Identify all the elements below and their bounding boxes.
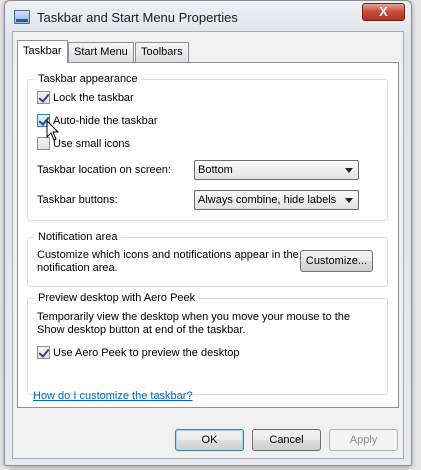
lock-taskbar-label: Lock the taskbar	[53, 91, 134, 104]
dialog-client-area: Taskbar Start Menu Toolbars Taskbar appe…	[12, 31, 404, 459]
help-link[interactable]: How do I customize the taskbar?	[33, 390, 193, 402]
group-title-appearance: Taskbar appearance	[35, 73, 141, 85]
tab-toolbars[interactable]: Toolbars	[135, 42, 189, 62]
title-bar[interactable]: Taskbar and Start Menu Properties X	[5, 1, 411, 35]
properties-dialog: Taskbar and Start Menu Properties X Task…	[4, 0, 412, 466]
aero-peek-option[interactable]: Use Aero Peek to preview the desktop	[37, 345, 240, 360]
dropdown-arrow-icon	[345, 168, 353, 173]
peek-description-line1: Temporarily view the desktop when you mo…	[37, 311, 351, 323]
taskbar-location-value: Bottom	[198, 164, 233, 176]
customize-button[interactable]: Customize...	[300, 250, 373, 272]
lock-taskbar-checkbox[interactable]	[37, 91, 50, 104]
tab-start-menu[interactable]: Start Menu	[68, 42, 134, 62]
notification-description-line2: notification area.	[37, 262, 118, 274]
taskbar-app-icon	[14, 10, 30, 24]
small-icons-label: Use small icons	[53, 137, 131, 150]
auto-hide-label: Auto-hide the taskbar	[53, 114, 158, 127]
lock-taskbar-option[interactable]: Lock the taskbar	[37, 90, 134, 105]
group-title-aero-peek: Preview desktop with Aero Peek	[35, 292, 199, 304]
location-label: Taskbar location on screen:	[37, 164, 171, 176]
taskbar-location-dropdown[interactable]: Bottom	[194, 160, 359, 180]
aero-peek-checkbox[interactable]	[37, 346, 50, 359]
dropdown-arrow-icon	[345, 198, 353, 203]
taskbar-appearance-group: Taskbar appearance Lock the taskbar Auto…	[27, 73, 388, 221]
close-button[interactable]: X	[362, 3, 405, 21]
aero-peek-label: Use Aero Peek to preview the desktop	[53, 346, 240, 359]
window-title: Taskbar and Start Menu Properties	[37, 10, 238, 25]
taskbar-buttons-label: Taskbar buttons:	[37, 194, 118, 206]
taskbar-tab-panel: Taskbar appearance Lock the taskbar Auto…	[17, 62, 399, 408]
aero-peek-group: Preview desktop with Aero Peek Temporari…	[27, 292, 388, 395]
mouse-cursor-icon	[46, 120, 60, 141]
apply-button[interactable]: Apply	[329, 429, 398, 451]
taskbar-buttons-dropdown[interactable]: Always combine, hide labels	[194, 190, 359, 210]
group-title-notification: Notification area	[35, 231, 121, 243]
cancel-button[interactable]: Cancel	[252, 429, 321, 451]
tab-taskbar[interactable]: Taskbar	[17, 40, 68, 63]
ok-button[interactable]: OK	[175, 429, 244, 451]
notification-description-line1: Customize which icons and notifications …	[37, 249, 299, 261]
taskbar-buttons-value: Always combine, hide labels	[198, 194, 337, 206]
notification-area-group: Notification area Customize which icons …	[27, 231, 388, 287]
peek-description-line2: Show desktop button at end of the taskba…	[37, 324, 246, 336]
